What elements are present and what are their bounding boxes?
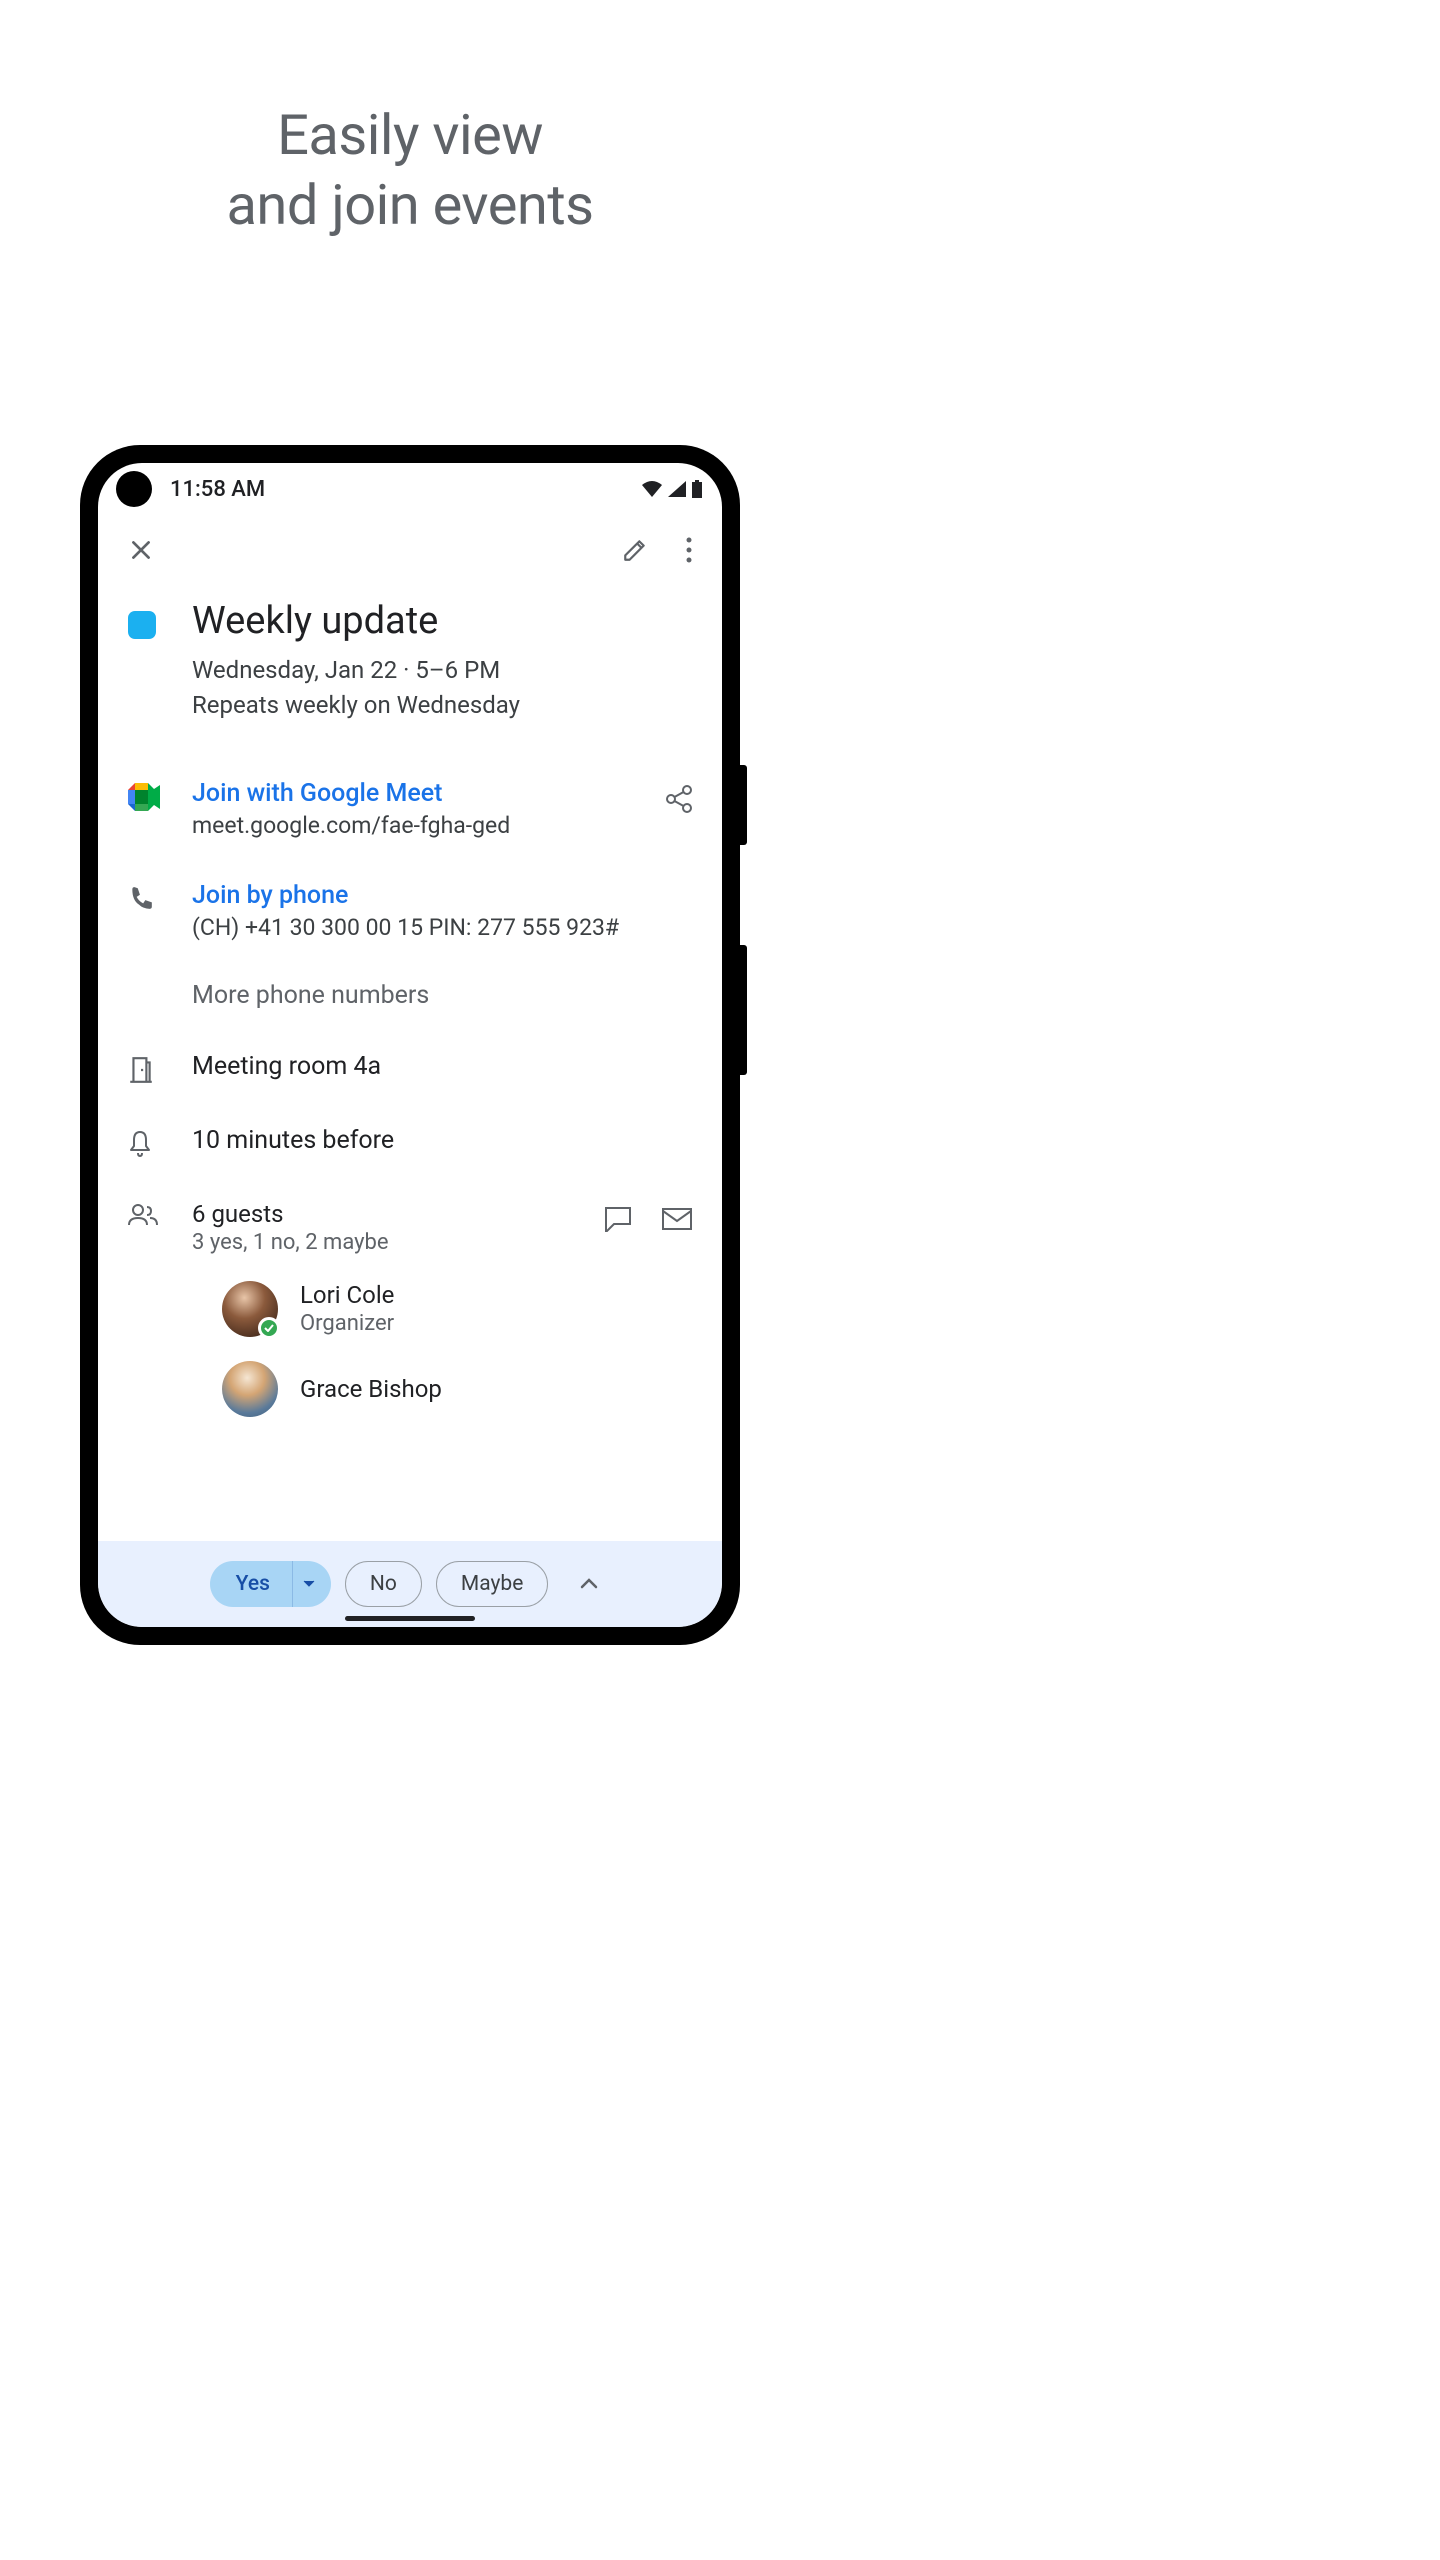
rsvp-yes-group: Yes — [210, 1561, 331, 1607]
side-button — [740, 765, 747, 845]
battery-icon — [692, 480, 702, 498]
close-button[interactable] — [128, 537, 154, 563]
event-title: Weekly update — [192, 599, 692, 643]
status-bar: 11:58 AM — [98, 463, 722, 515]
chat-icon — [604, 1206, 632, 1232]
chat-guests-button[interactable] — [604, 1206, 632, 1232]
room-row: Meeting room 4a — [128, 1038, 692, 1098]
people-icon — [128, 1204, 158, 1226]
reminder-label: 10 minutes before — [192, 1126, 692, 1155]
phone-icon — [128, 885, 154, 911]
event-header-row: Weekly update Wednesday, Jan 22 · 5–6 PM… — [128, 585, 692, 737]
accepted-badge-icon — [258, 1317, 280, 1339]
guest-item[interactable]: Lori Cole Organizer — [222, 1269, 692, 1349]
rsvp-bar: Yes No Maybe — [98, 1541, 722, 1627]
wifi-icon — [642, 481, 662, 497]
google-meet-icon — [128, 783, 160, 811]
share-button[interactable] — [666, 785, 692, 813]
meet-link-title: Join with Google Meet — [192, 779, 666, 808]
bell-icon — [128, 1130, 152, 1158]
nav-indicator — [345, 1616, 475, 1621]
meet-row[interactable]: Join with Google Meet meet.google.com/fa… — [128, 765, 692, 853]
guest-item[interactable]: Grace Bishop — [222, 1349, 692, 1429]
phone-number: (CH) +41 30 300 00 15 PIN: 277 555 923# — [192, 914, 692, 941]
phone-link-title: Join by phone — [192, 881, 692, 910]
rsvp-maybe-button[interactable]: Maybe — [436, 1561, 548, 1607]
event-recurrence: Repeats weekly on Wednesday — [192, 688, 692, 723]
edit-button[interactable] — [622, 537, 648, 563]
share-icon — [666, 785, 692, 813]
dropdown-icon — [303, 1580, 315, 1588]
camera-hole — [116, 471, 152, 507]
phone-frame: 11:58 AM — [80, 445, 740, 1645]
more-button[interactable] — [686, 537, 692, 563]
side-button — [740, 945, 747, 1075]
guests-row: 6 guests 3 yes, 1 no, 2 maybe — [128, 1186, 692, 1269]
guest-summary: 3 yes, 1 no, 2 maybe — [192, 1230, 604, 1255]
avatar — [222, 1361, 278, 1417]
avatar — [222, 1281, 278, 1337]
close-icon — [128, 537, 154, 563]
promo-headline: Easily view and join events — [0, 100, 820, 240]
pencil-icon — [622, 537, 648, 563]
guest-count: 6 guests — [192, 1200, 604, 1228]
phone-row[interactable]: Join by phone (CH) +41 30 300 00 15 PIN:… — [128, 867, 692, 955]
status-time: 11:58 AM — [170, 477, 265, 502]
rsvp-yes-dropdown[interactable] — [292, 1561, 331, 1607]
more-phone-row[interactable]: More phone numbers — [128, 955, 692, 1024]
room-icon — [128, 1056, 154, 1084]
guest-role: Organizer — [300, 1311, 394, 1336]
email-guests-button[interactable] — [662, 1208, 692, 1230]
event-toolbar — [98, 515, 722, 585]
more-phone-label: More phone numbers — [192, 981, 692, 1010]
signal-icon — [668, 481, 686, 497]
room-label: Meeting room 4a — [192, 1052, 692, 1081]
event-color-chip — [128, 611, 156, 639]
chevron-up-icon — [580, 1578, 598, 1590]
mail-icon — [662, 1208, 692, 1230]
meet-url: meet.google.com/fae-fgha-ged — [192, 812, 666, 839]
more-vert-icon — [686, 537, 692, 563]
rsvp-yes-button[interactable]: Yes — [210, 1572, 292, 1596]
rsvp-expand-button[interactable] — [568, 1563, 610, 1605]
guest-list: Lori Cole Organizer Grace Bishop — [128, 1269, 692, 1429]
reminder-row: 10 minutes before — [128, 1112, 692, 1172]
event-datetime: Wednesday, Jan 22 · 5–6 PM — [192, 653, 692, 688]
guest-name: Lori Cole — [300, 1281, 394, 1309]
rsvp-no-button[interactable]: No — [345, 1561, 422, 1607]
guest-name: Grace Bishop — [300, 1375, 442, 1403]
status-icons — [642, 480, 702, 498]
phone-screen: 11:58 AM — [98, 463, 722, 1627]
